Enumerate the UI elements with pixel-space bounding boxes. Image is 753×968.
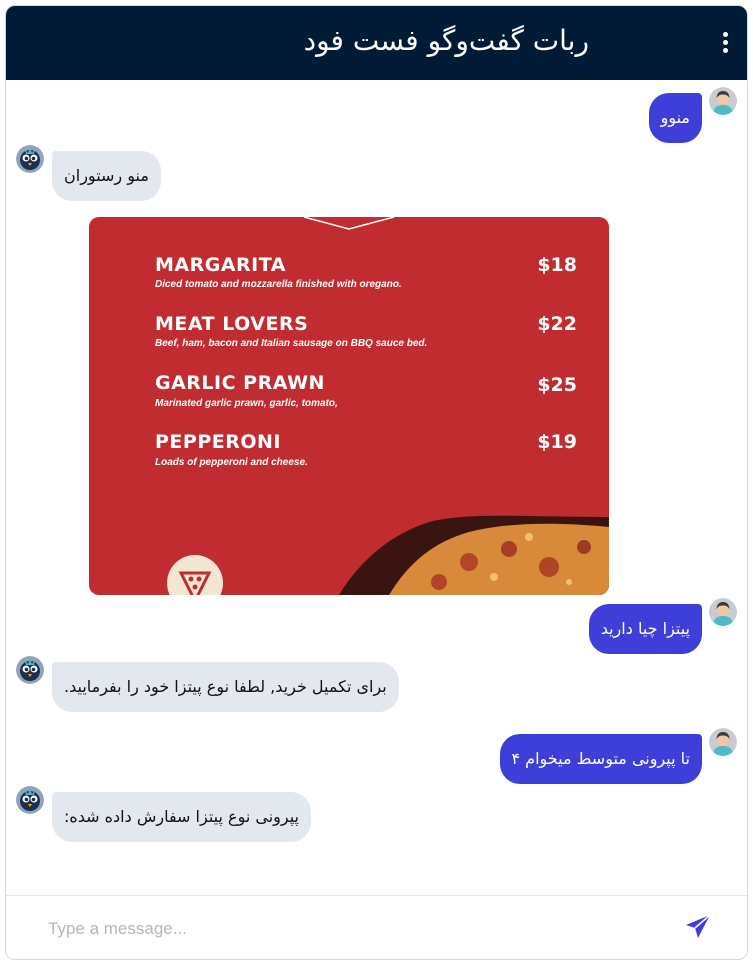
menu-item-name: MEAT LOVERS [155, 313, 309, 335]
menu-item-price: $22 [537, 313, 577, 335]
menu-item-price: $25 [537, 374, 577, 396]
message-bubble-bot: پپرونی نوع پیتزا سفارش داده شده: [52, 792, 311, 842]
bot-avatar-icon [16, 786, 44, 814]
menu-item-name: GARLIC PRAWN [155, 372, 325, 394]
message-bubble-user: تا پپرونی متوسط میخوام ۴ [499, 734, 702, 784]
menu-item-name: PEPPERONI [155, 431, 281, 453]
menu-item-description: Diced tomato and mozzarella finished wit… [155, 279, 402, 290]
menu-item-description: Marinated garlic prawn, garlic, tomato, [155, 398, 338, 409]
menu-item-name: MARGARITA [155, 254, 286, 276]
chat-header: ربات گفت‌وگو فست فود [6, 6, 747, 80]
message-bubble-user: منوو [648, 93, 702, 143]
chat-title: ربات گفت‌وگو فست فود [303, 24, 589, 57]
send-icon[interactable] [683, 912, 713, 942]
composer [6, 895, 747, 959]
user-avatar-icon [709, 728, 737, 756]
menu-item-price: $19 [537, 431, 577, 453]
kebab-menu-icon[interactable] [721, 32, 729, 54]
bot-avatar-icon [16, 145, 44, 173]
menu-item-description: Loads of pepperoni and cheese. [155, 457, 308, 468]
message-bubble-bot: منو رستوران [52, 151, 161, 201]
message-bubble-bot: برای تکمیل خرید, لطفا نوع پیتزا خود را ب… [52, 662, 399, 712]
menu-item-price: $18 [537, 254, 577, 276]
message-bubble-user: پیتزا چیا دارید [588, 604, 702, 654]
user-avatar-icon [709, 598, 737, 626]
user-avatar-icon [709, 87, 737, 115]
bot-avatar-icon [16, 656, 44, 684]
message-input[interactable] [46, 912, 610, 946]
menu-image[interactable]: MARGARITA Diced tomato and mozzarella fi… [89, 217, 609, 595]
chat-window: ربات گفت‌وگو فست فود منوو منو رستوران [5, 5, 748, 960]
menu-item-description: Beef, ham, bacon and Italian sausage on … [155, 338, 428, 349]
